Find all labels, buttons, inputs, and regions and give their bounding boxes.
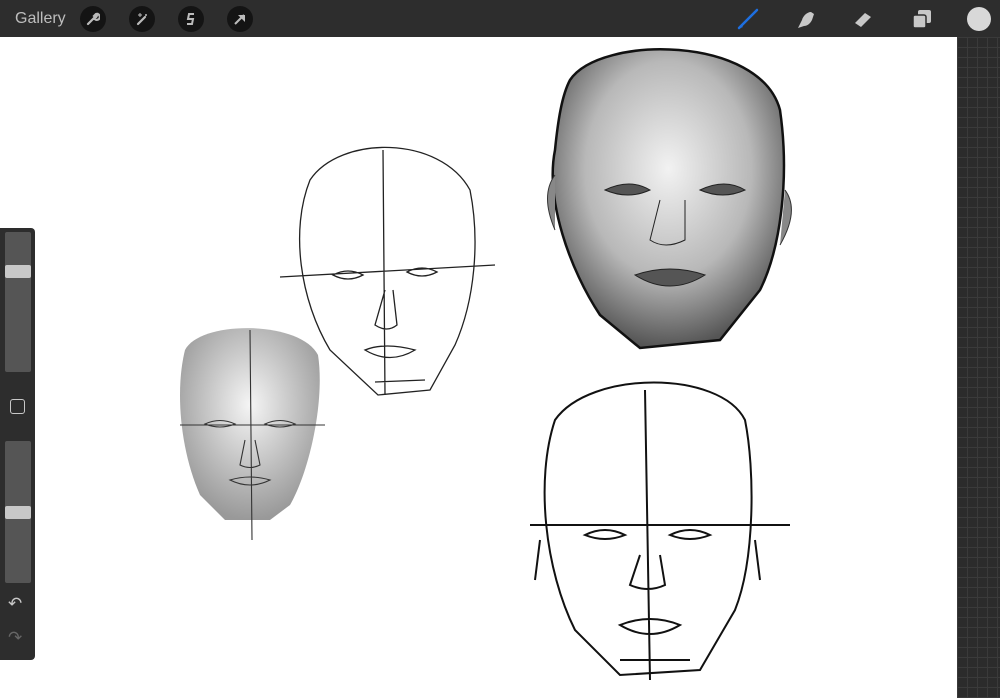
brush-size-slider[interactable] bbox=[5, 232, 31, 372]
smudge-icon bbox=[798, 11, 814, 28]
modify-button[interactable] bbox=[10, 399, 25, 414]
drawing-canvas[interactable] bbox=[0, 37, 957, 698]
magic-wand-icon bbox=[136, 12, 147, 25]
brush-size-knob[interactable] bbox=[5, 265, 31, 279]
brush-button[interactable] bbox=[733, 4, 763, 34]
smudge-button[interactable] bbox=[791, 4, 821, 34]
undo-icon[interactable]: ↶ bbox=[8, 594, 22, 614]
opacity-knob[interactable] bbox=[5, 505, 31, 519]
sketch-face-bottom bbox=[530, 381, 790, 681]
eraser-icon bbox=[855, 12, 871, 27]
brush-icon bbox=[737, 8, 759, 29]
transform-button[interactable] bbox=[226, 5, 253, 32]
color-swatch[interactable] bbox=[967, 6, 991, 31]
redo-icon[interactable]: ↷ bbox=[8, 628, 22, 648]
background-grid bbox=[957, 37, 1000, 698]
shaded-face-small bbox=[180, 328, 325, 541]
gallery-button[interactable]: Gallery bbox=[15, 10, 66, 28]
opacity-slider[interactable] bbox=[5, 441, 31, 583]
wrench-icon bbox=[86, 11, 100, 25]
transform-arrow-icon bbox=[233, 13, 245, 25]
layers-button[interactable] bbox=[907, 4, 937, 34]
shaded-face-large bbox=[547, 48, 792, 350]
actions-button[interactable] bbox=[79, 5, 106, 32]
selection-button[interactable] bbox=[177, 5, 204, 32]
left-sidebar: ↶ ↷ bbox=[0, 228, 35, 660]
layers-icon bbox=[912, 9, 931, 29]
selection-icon bbox=[186, 12, 194, 25]
adjustments-button[interactable] bbox=[128, 5, 155, 32]
top-toolbar: Gallery bbox=[0, 0, 1000, 37]
eraser-button[interactable] bbox=[849, 4, 879, 34]
